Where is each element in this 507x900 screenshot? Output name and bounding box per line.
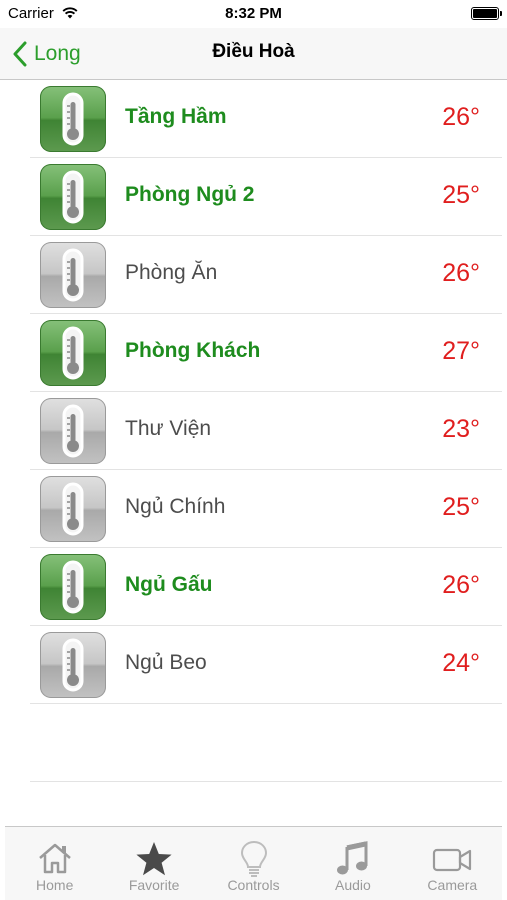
thermometer-icon — [40, 320, 106, 386]
tab-controls[interactable]: Controls — [204, 827, 303, 900]
thermometer-icon — [40, 476, 106, 542]
tab-favorite[interactable]: Favorite — [104, 827, 203, 900]
room-temperature: 26° — [442, 103, 480, 131]
navigation-bar: Long Điều Hoà — [0, 28, 507, 80]
room-row[interactable]: Thư Viện 23° — [30, 392, 502, 470]
room-row[interactable]: Ngủ Beo 24° — [30, 626, 502, 704]
tab-home[interactable]: Home — [5, 827, 104, 900]
empty-row — [30, 704, 502, 782]
tab-label: Camera — [427, 877, 478, 893]
tab-label: Audio — [335, 877, 371, 893]
room-name: Phòng Ngủ 2 — [125, 183, 255, 206]
back-button[interactable]: Long — [12, 38, 81, 70]
room-name: Ngủ Gấu — [125, 573, 213, 596]
room-row[interactable]: Tầng Hầm 26° — [30, 80, 502, 158]
room-temperature: 23° — [442, 415, 480, 443]
room-name: Phòng Khách — [125, 339, 261, 362]
tab-bar: Home Favorite Controls Audio Camera — [5, 826, 502, 900]
tab-camera[interactable]: Camera — [403, 827, 502, 900]
room-temperature: 25° — [442, 493, 480, 521]
room-temperature: 27° — [442, 337, 480, 365]
chevron-left-icon — [13, 41, 27, 67]
thermometer-icon — [40, 164, 106, 230]
lightbulb-icon — [240, 840, 267, 877]
tab-label: Controls — [227, 877, 280, 893]
thermometer-icon — [40, 554, 106, 620]
thermometer-icon — [40, 398, 106, 464]
star-icon — [136, 842, 172, 876]
room-list: Tầng Hầm 26° Phòng Ngủ 2 25° Phòng Ăn 26… — [30, 80, 502, 782]
room-temperature: 26° — [442, 259, 480, 287]
room-row[interactable]: Phòng Ngủ 2 25° — [30, 158, 502, 236]
room-temperature: 24° — [442, 649, 480, 677]
thermometer-icon — [40, 632, 106, 698]
video-camera-icon — [433, 848, 472, 872]
room-temperature: 25° — [442, 181, 480, 209]
room-temperature: 26° — [442, 571, 480, 599]
music-note-icon — [336, 841, 368, 875]
thermometer-icon — [40, 242, 106, 308]
thermometer-icon — [40, 86, 106, 152]
room-name: Thư Viện — [125, 417, 212, 440]
battery-icon — [471, 7, 502, 20]
room-name: Tầng Hầm — [125, 105, 227, 128]
room-row[interactable]: Phòng Khách 27° — [30, 314, 502, 392]
room-row[interactable]: Ngủ Chính 25° — [30, 470, 502, 548]
status-bar: Carrier 8:32 PM — [0, 0, 507, 28]
room-name: Phòng Ăn — [125, 261, 218, 284]
room-name: Ngủ Beo — [125, 651, 207, 674]
home-icon — [38, 843, 71, 874]
room-row[interactable]: Ngủ Gấu 26° — [30, 548, 502, 626]
clock: 8:32 PM — [225, 5, 282, 22]
tab-audio[interactable]: Audio — [303, 827, 402, 900]
tab-label: Favorite — [128, 877, 180, 893]
tab-label: Home — [36, 877, 74, 893]
room-name: Ngủ Chính — [125, 495, 226, 518]
room-row[interactable]: Phòng Ăn 26° — [30, 236, 502, 314]
back-label: Long — [34, 42, 81, 65]
